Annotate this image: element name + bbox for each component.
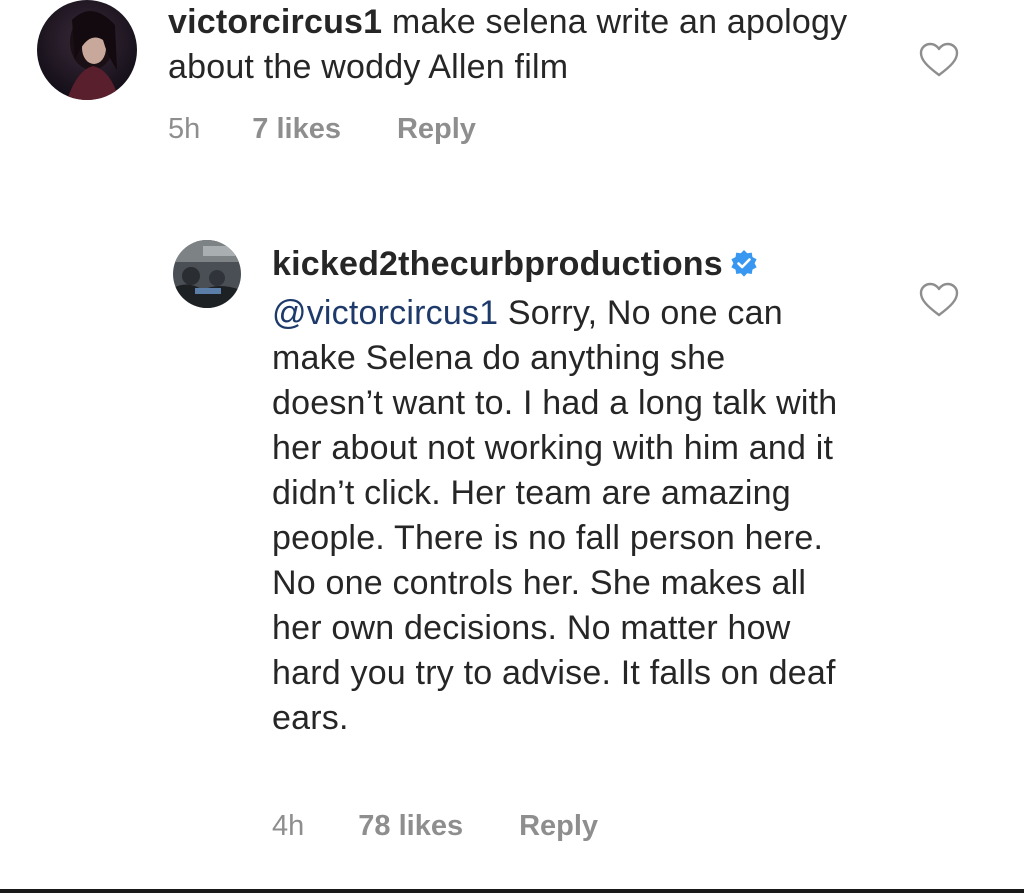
- avatar[interactable]: [173, 240, 241, 308]
- comment-time: 4h: [272, 810, 305, 842]
- reply-button[interactable]: Reply: [519, 810, 598, 843]
- verified-badge-icon: [729, 246, 759, 291]
- comment-meta: 5h 7 likes Reply: [168, 113, 476, 146]
- comment-likes[interactable]: 7 likes: [252, 113, 341, 146]
- mention-link[interactable]: @victorcircus1: [272, 294, 498, 332]
- profile-photo-icon: [37, 0, 137, 100]
- comment-text: victorcircus1 make selena write an apolo…: [168, 0, 868, 90]
- reply-comment: kicked2thecurbproductions @victorcircus1…: [0, 230, 1024, 860]
- comment-username[interactable]: kicked2thecurbproductions: [272, 245, 723, 283]
- comment: victorcircus1 make selena write an apolo…: [0, 0, 1024, 170]
- comment-body: Sorry, No one can make Selena do anythin…: [272, 294, 838, 737]
- profile-photo-icon: [173, 240, 241, 308]
- divider: [0, 889, 1024, 893]
- comment-time: 5h: [168, 113, 201, 145]
- reply-button[interactable]: Reply: [397, 113, 476, 146]
- comment-likes[interactable]: 78 likes: [358, 810, 463, 843]
- comment-text: kicked2thecurbproductions @victorcircus1…: [272, 242, 842, 741]
- comment-meta: 4h 78 likes Reply: [272, 810, 598, 843]
- comment-username[interactable]: victorcircus1: [168, 3, 382, 41]
- heart-icon[interactable]: [919, 282, 959, 318]
- heart-icon[interactable]: [919, 42, 959, 78]
- avatar[interactable]: [37, 0, 137, 100]
